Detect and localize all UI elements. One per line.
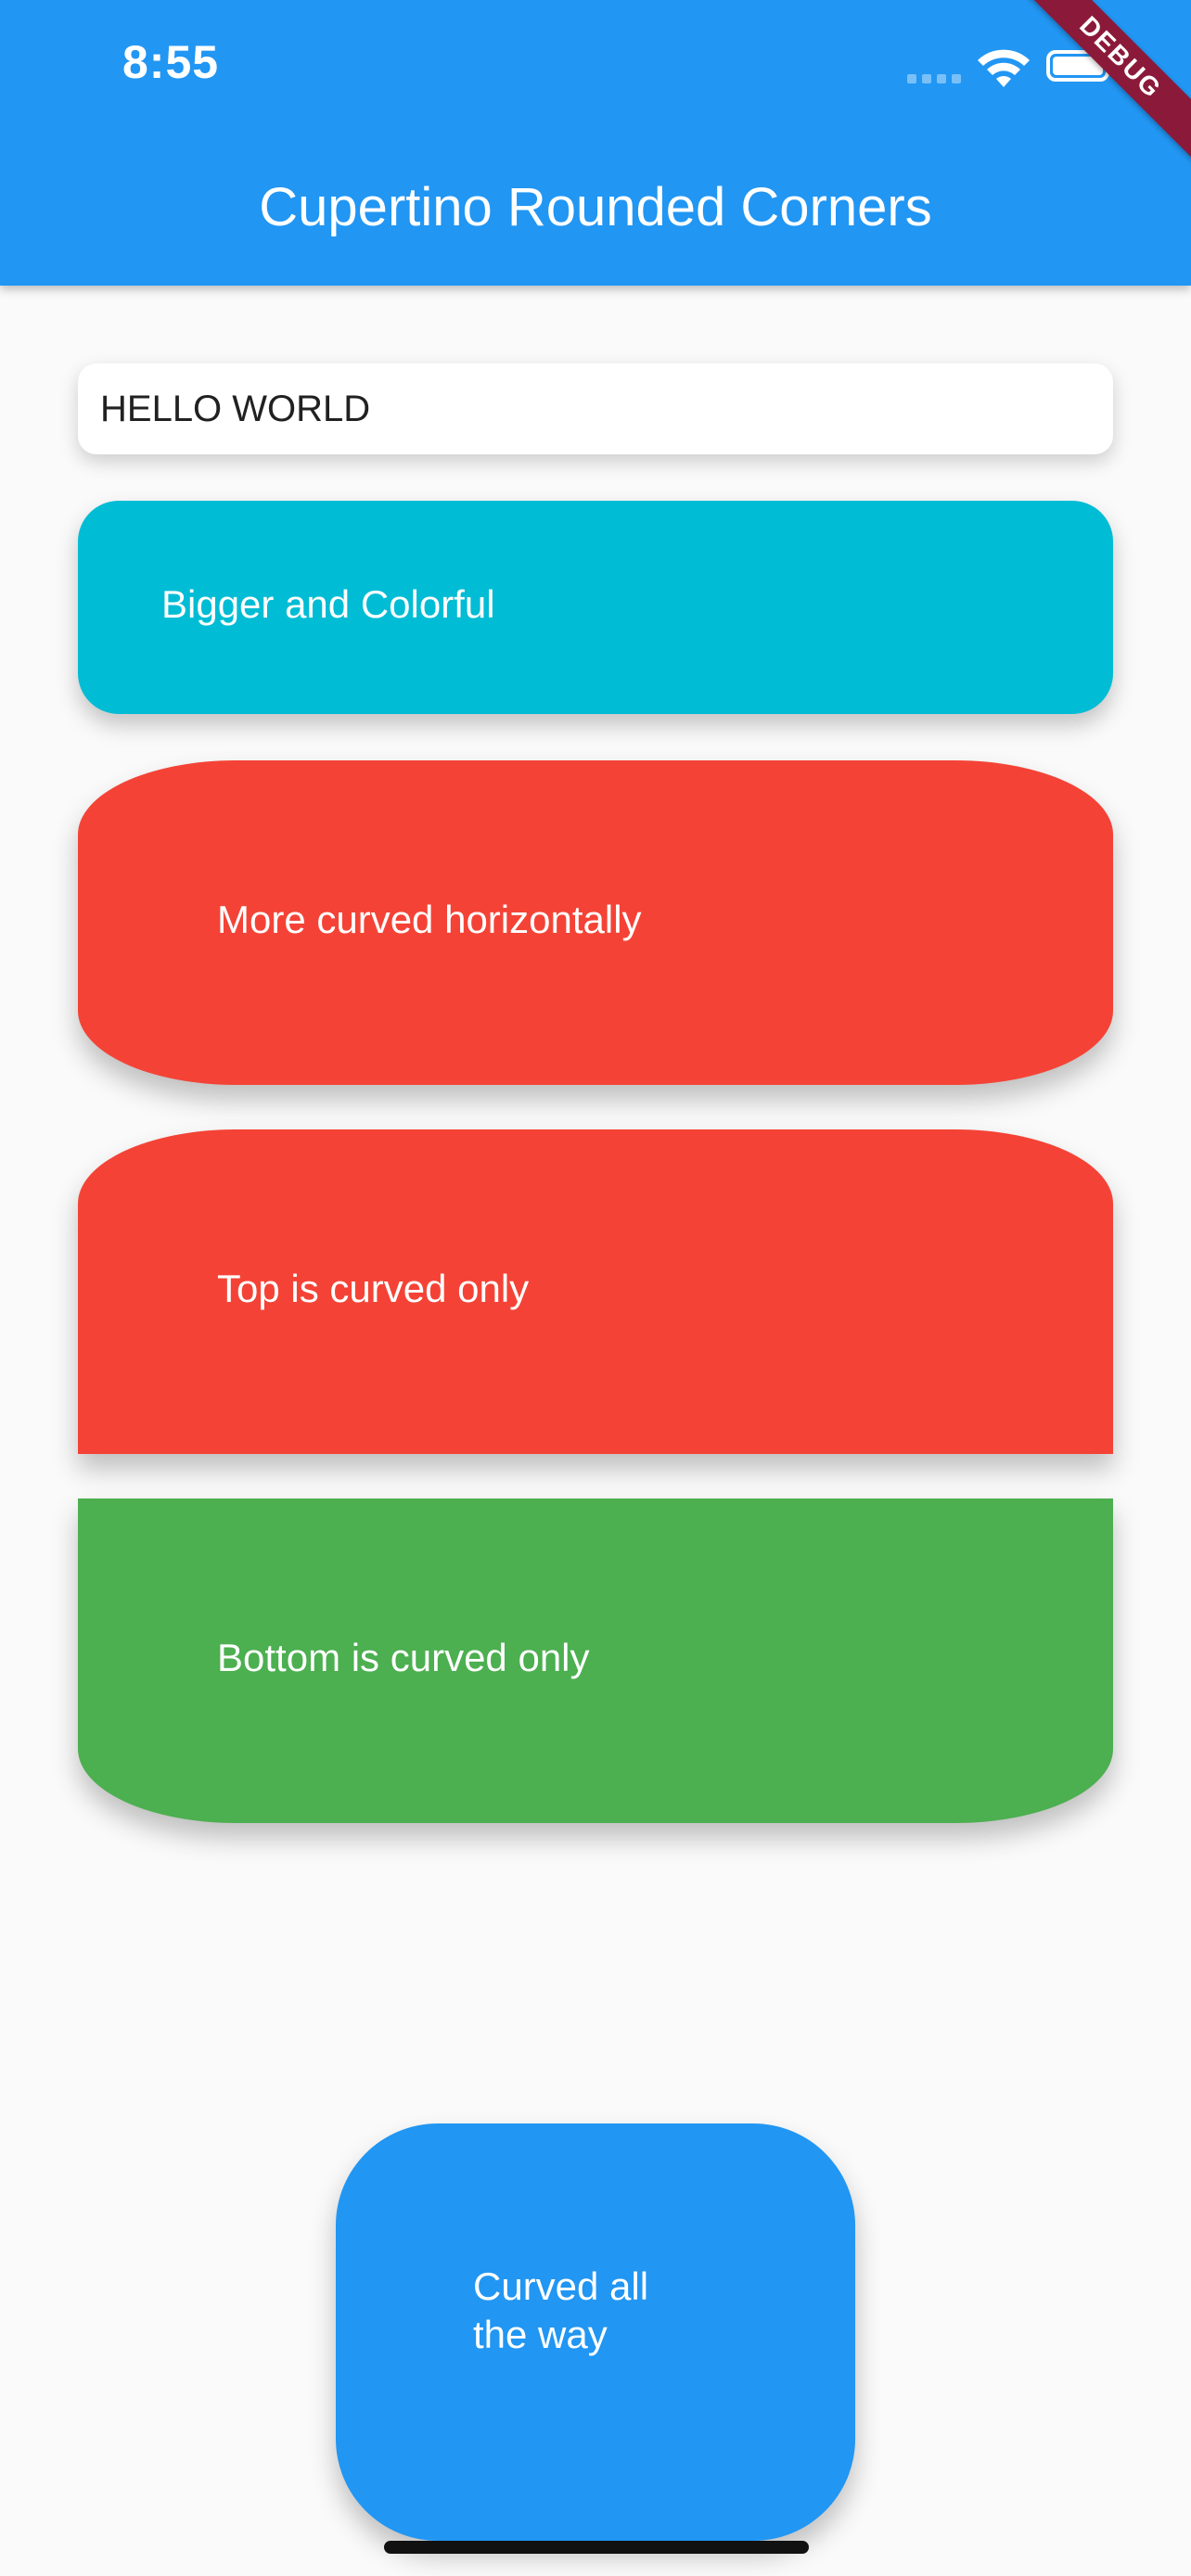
curved-all-the-way-label: Curved all the way <box>473 2264 649 2356</box>
top-curved-label: Top is curved only <box>217 1267 530 1310</box>
app-bar: 8:55 Cupertino Rounded Corners <box>0 0 1191 286</box>
bottom-curved-card: Bottom is curved only <box>78 1498 1113 1823</box>
curved-all-the-way-card: Curved all the way <box>336 2123 855 2541</box>
bigger-colorful-label: Bigger and Colorful <box>161 582 495 626</box>
page-title: Cupertino Rounded Corners <box>259 177 932 237</box>
curved-horizontally-card: More curved horizontally <box>78 760 1113 1085</box>
status-time: 8:55 <box>122 36 220 88</box>
curved-horizontally-label: More curved horizontally <box>217 898 642 941</box>
home-indicator[interactable] <box>384 2541 809 2554</box>
cellular-signal-icon <box>907 74 961 83</box>
bottom-curved-label: Bottom is curved only <box>217 1636 590 1679</box>
bigger-colorful-card: Bigger and Colorful <box>78 501 1113 714</box>
wifi-icon <box>978 49 1030 87</box>
top-curved-card: Top is curved only <box>78 1129 1113 1454</box>
hello-world-text: HELLO WORLD <box>100 389 371 429</box>
hello-world-card: HELLO WORLD <box>78 363 1113 454</box>
